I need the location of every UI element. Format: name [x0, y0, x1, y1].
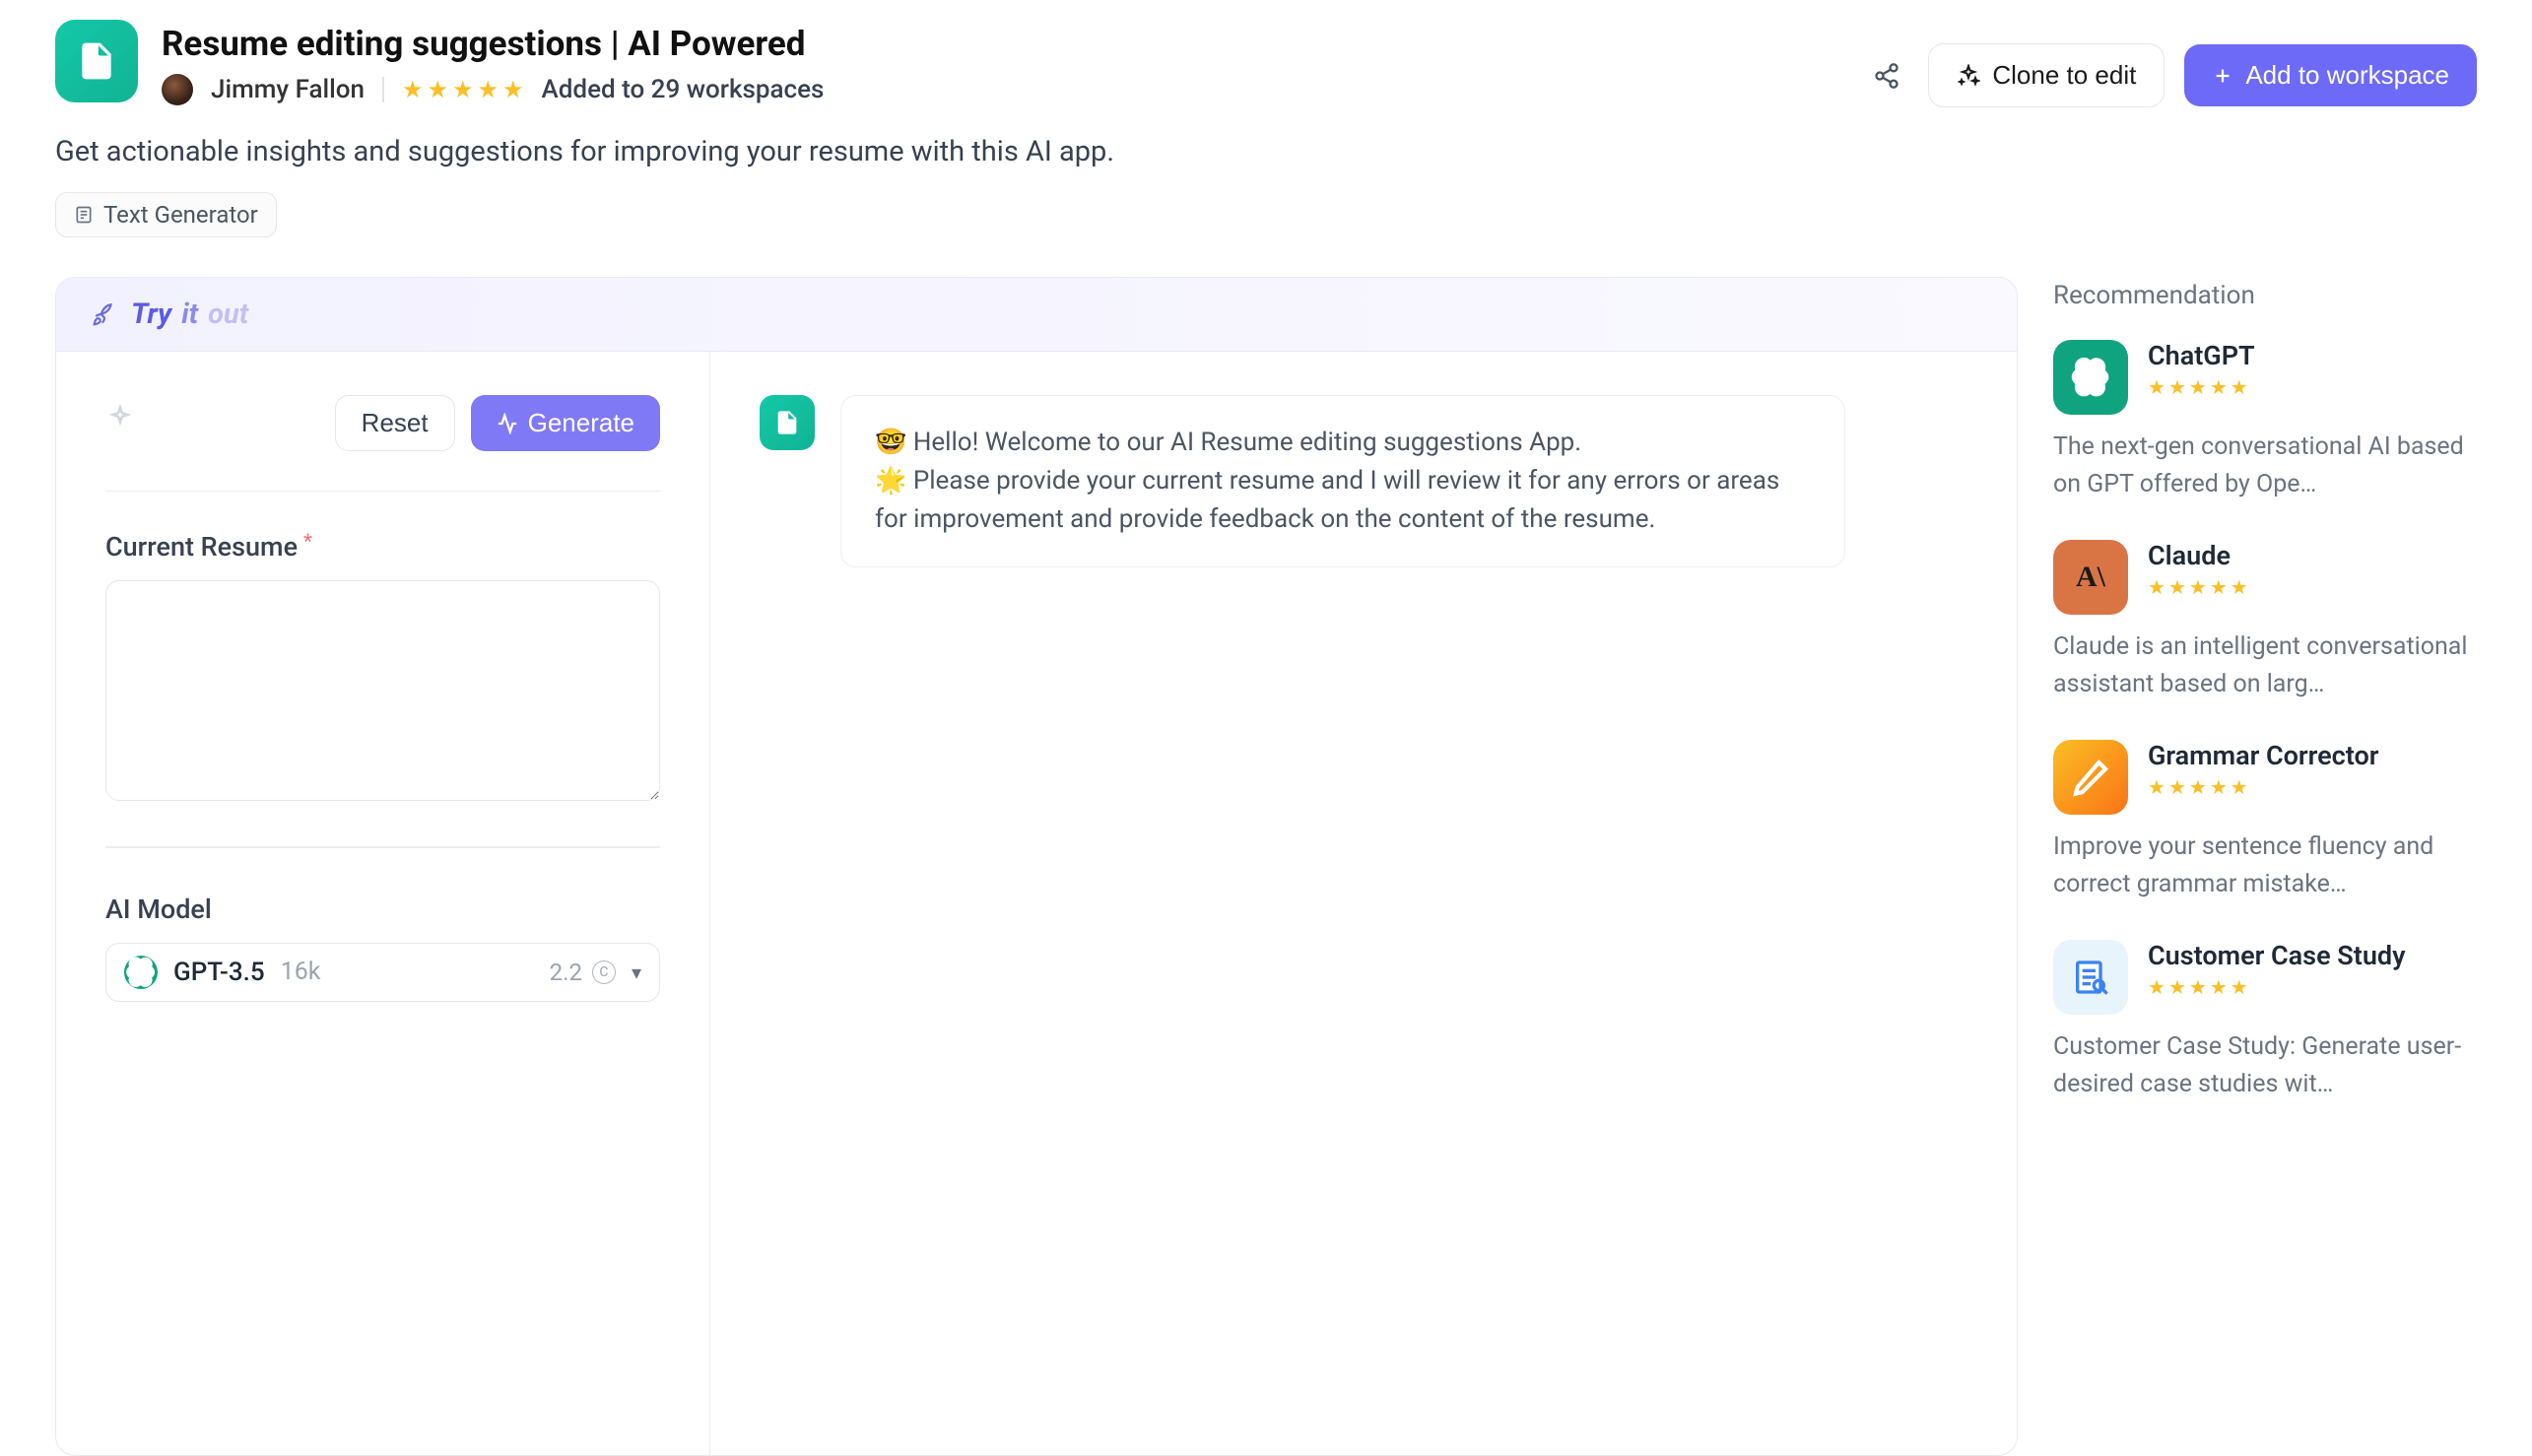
bolt-icon — [497, 413, 518, 434]
rec-rating: ★★★★★ — [2148, 777, 2378, 797]
rec-rating: ★★★★★ — [2148, 577, 2248, 597]
form-pane: Reset Generate Current Resume — [56, 352, 710, 1455]
add-label: Add to workspace — [2245, 60, 2449, 91]
model-cost: 2.2 — [550, 959, 582, 986]
rec-desc: The next-gen conversational AI based on … — [2053, 429, 2477, 502]
page-title: Resume editing suggestions | AI Powered — [162, 24, 824, 64]
grammar-icon — [2053, 740, 2128, 815]
tryout-out: out — [208, 298, 248, 331]
document-icon — [74, 205, 94, 225]
model-version: 16k — [281, 958, 321, 986]
recommendation-item-chatgpt[interactable]: ChatGPT ★★★★★ The next-gen conversationa… — [2053, 340, 2477, 502]
resume-field-label: Current Resume * — [105, 531, 660, 563]
rec-name: ChatGPT — [2148, 340, 2255, 371]
ai-model-label: AI Model — [105, 893, 660, 925]
rec-name: Customer Case Study — [2148, 940, 2406, 971]
rec-desc: Improve your sentence fluency and correc… — [2053, 828, 2477, 902]
clone-to-edit-button[interactable]: Clone to edit — [1928, 43, 2165, 107]
current-resume-input[interactable] — [105, 580, 660, 801]
sidebar-title: Recommendation — [2053, 281, 2477, 310]
separator — [382, 77, 384, 102]
rating-stars: ★★★★★ — [402, 78, 524, 101]
tryout-card: Try it out — [55, 277, 2018, 1456]
openai-logo-icon — [124, 956, 158, 989]
author-avatar — [162, 74, 193, 105]
recommendation-item-claude[interactable]: A\ Claude ★★★★★ Claude is an intelligent… — [2053, 540, 2477, 702]
recommendation-sidebar: Recommendation ChatGPT ★★★★★ The next-ge… — [2053, 277, 2477, 1456]
tag-label: Text Generator — [103, 201, 258, 229]
plus-icon — [2212, 65, 2233, 87]
sparkle-decoration-icon — [105, 405, 135, 441]
reset-button[interactable]: Reset — [335, 395, 455, 451]
claude-icon: A\ — [2053, 540, 2128, 615]
form-divider — [105, 846, 660, 848]
tryout-it: it — [181, 298, 198, 331]
category-tag[interactable]: Text Generator — [55, 192, 277, 237]
rocket-icon — [92, 301, 117, 327]
assistant-message: 🤓 Hello! Welcome to our AI Resume editin… — [840, 395, 1845, 567]
tryout-try: Try — [131, 298, 171, 331]
rec-rating: ★★★★★ — [2148, 977, 2406, 997]
author-name: Jimmy Fallon — [211, 75, 365, 104]
assistant-avatar — [760, 395, 815, 450]
rec-name: Claude — [2148, 540, 2248, 571]
sparkle-icon — [1957, 64, 1980, 88]
recommendation-item-grammar[interactable]: Grammar Corrector ★★★★★ Improve your sen… — [2053, 740, 2477, 902]
chevron-down-icon: ▾ — [632, 960, 641, 984]
chat-pane: 🤓 Hello! Welcome to our AI Resume editin… — [710, 352, 2017, 1455]
workspace-count: Added to 29 workspaces — [542, 75, 825, 104]
rec-desc: Customer Case Study: Generate user-desir… — [2053, 1028, 2477, 1102]
case-study-icon — [2053, 940, 2128, 1015]
app-description: Get actionable insights and suggestions … — [55, 135, 2477, 168]
add-to-workspace-button[interactable]: Add to workspace — [2184, 44, 2477, 106]
credits-icon: C — [592, 960, 616, 984]
recommendation-item-case-study[interactable]: Customer Case Study ★★★★★ Customer Case … — [2053, 940, 2477, 1102]
model-name: GPT-3.5 — [173, 958, 265, 987]
clone-label: Clone to edit — [1992, 60, 2136, 91]
rec-name: Grammar Corrector — [2148, 740, 2378, 771]
rec-desc: Claude is an intelligent conversational … — [2053, 629, 2477, 702]
share-button[interactable] — [1865, 54, 1908, 98]
tryout-header: Try it out — [56, 278, 2017, 352]
generate-button[interactable]: Generate — [471, 395, 660, 451]
app-logo — [55, 20, 138, 102]
ai-model-select[interactable]: GPT-3.5 16k 2.2 C ▾ — [105, 943, 660, 1002]
required-indicator: * — [303, 529, 312, 553]
rec-rating: ★★★★★ — [2148, 377, 2255, 397]
chatgpt-icon — [2053, 340, 2128, 415]
